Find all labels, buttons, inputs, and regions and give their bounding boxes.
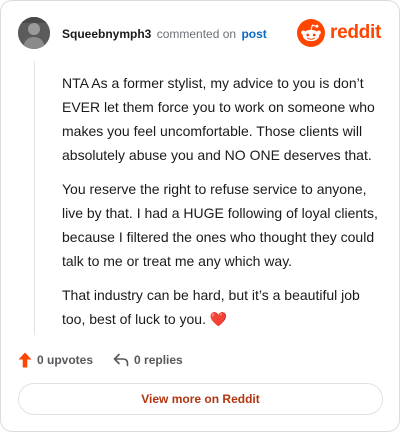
comment-paragraph: You reserve the right to refuse service …: [62, 181, 378, 269]
commented-on-text: commented on: [156, 27, 237, 41]
comment-paragraph: NTA As a former stylist, my advice to yo…: [62, 75, 375, 163]
reddit-comment-embed: Squeebnymph3 commented on post reddit NT…: [0, 0, 400, 432]
upvote-count: 0 upvotes: [37, 353, 94, 367]
username[interactable]: Squeebnymph3: [62, 27, 151, 41]
reddit-logo[interactable]: reddit: [297, 19, 381, 47]
thread-line: [34, 61, 35, 335]
replies-button[interactable]: 0 replies: [113, 353, 183, 367]
comment-paragraph: That industry can be hard, but it’s a be…: [62, 287, 360, 327]
view-more-button[interactable]: View more on Reddit: [18, 383, 383, 415]
comment-actions: 0 upvotes 0 replies: [18, 349, 183, 371]
avatar[interactable]: [18, 17, 50, 49]
reddit-wordmark: reddit: [330, 22, 381, 43]
reply-count: 0 replies: [134, 353, 183, 367]
reply-arrow-icon: [113, 353, 129, 367]
upvote-arrow-icon: [18, 352, 32, 368]
comment-header: Squeebnymph3 commented on post: [62, 25, 267, 43]
reddit-snoo-icon: [297, 19, 326, 47]
user-avatar-icon: [18, 17, 50, 49]
post-link[interactable]: post: [241, 27, 266, 41]
upvote-button[interactable]: 0 upvotes: [18, 352, 93, 368]
comment-body: NTA As a former stylist, my advice to yo…: [62, 71, 382, 341]
